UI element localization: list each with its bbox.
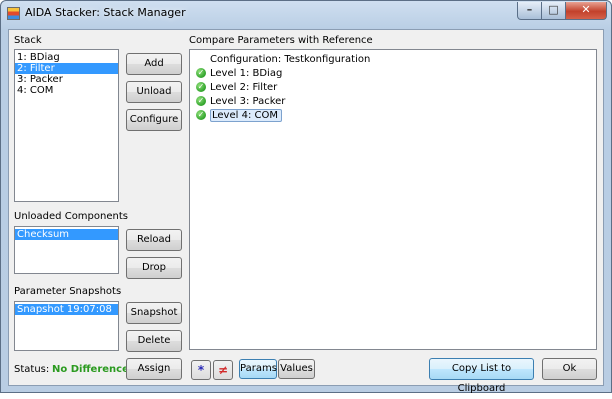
- tree-level-label-selected: Level 4: COM: [210, 109, 282, 122]
- ok-button[interactable]: Ok: [542, 358, 597, 380]
- snapshot-button[interactable]: Snapshot: [126, 302, 182, 324]
- ok-check-icon: ✓: [196, 110, 206, 120]
- tree-level-row[interactable]: ✓ Level 3: Packer: [196, 95, 285, 108]
- parameter-snapshots-label: Parameter Snapshots: [14, 286, 122, 297]
- stack-app-icon: [7, 7, 20, 20]
- window-title: AIDA Stacker: Stack Manager: [25, 6, 186, 19]
- compare-tree[interactable]: Configuration: Testkonfiguration ✓ Level …: [189, 49, 597, 350]
- parameter-snapshots-list[interactable]: Snapshot 19:07:08: [14, 301, 119, 351]
- reload-button[interactable]: Reload: [126, 229, 182, 251]
- stack-list[interactable]: 1: BDiag 2: Filter 3: Packer 4: COM: [14, 49, 119, 202]
- title-bar[interactable]: AIDA Stacker: Stack Manager – □ ✕: [1, 1, 611, 27]
- maximize-button[interactable]: □: [541, 2, 566, 20]
- params-toggle[interactable]: Params: [239, 359, 277, 379]
- copy-list-to-clipboard-button[interactable]: Copy List to Clipboard: [429, 358, 534, 394]
- minimize-button[interactable]: –: [517, 2, 542, 20]
- configure-button[interactable]: Configure: [126, 109, 182, 131]
- stack-list-item[interactable]: 1: BDiag: [15, 52, 118, 63]
- ok-check-icon: ✓: [196, 82, 206, 92]
- delete-button[interactable]: Delete: [126, 330, 182, 352]
- unload-button[interactable]: Unload: [126, 81, 182, 103]
- drop-button[interactable]: Drop: [126, 257, 182, 279]
- tree-level-label: Level 3: Packer: [210, 96, 286, 107]
- stack-list-item[interactable]: 3: Packer: [15, 74, 118, 85]
- ok-check-icon: ✓: [196, 96, 206, 106]
- close-button[interactable]: ✕: [565, 2, 607, 20]
- tree-level-label: Level 1: BDiag: [210, 68, 283, 79]
- tree-level-row-selected[interactable]: ✓ Level 4: COM: [196, 109, 282, 122]
- tree-level-row[interactable]: ✓ Level 1: BDiag: [196, 67, 282, 80]
- stack-label: Stack: [14, 35, 42, 46]
- values-toggle[interactable]: Values: [278, 359, 315, 379]
- stack-list-item[interactable]: 4: COM: [15, 85, 118, 96]
- stack-manager-window: AIDA Stacker: Stack Manager – □ ✕ Stack …: [0, 0, 612, 394]
- ok-check-icon: ✓: [196, 68, 206, 78]
- status-value: No Differences: [52, 364, 135, 375]
- unloaded-list-item-selected[interactable]: Checksum: [15, 229, 118, 240]
- status-label: Status:: [14, 364, 50, 375]
- snapshot-list-item-selected[interactable]: Snapshot 19:07:08: [15, 304, 118, 315]
- differences-filter-icon[interactable]: ≠: [213, 360, 233, 380]
- dialog-client-area: Stack 1: BDiag 2: Filter 3: Packer 4: CO…: [8, 29, 604, 394]
- tree-level-label: Level 2: Filter: [210, 82, 278, 93]
- add-button[interactable]: Add: [126, 53, 182, 75]
- unloaded-components-list[interactable]: Checksum: [14, 226, 119, 274]
- tree-level-row[interactable]: ✓ Level 2: Filter: [196, 81, 277, 94]
- compare-parameters-label: Compare Parameters with Reference: [189, 35, 373, 46]
- stack-list-item-selected[interactable]: 2: Filter: [15, 63, 118, 74]
- tree-root-configuration[interactable]: Configuration: Testkonfiguration: [210, 53, 370, 66]
- star-filter-icon[interactable]: *: [191, 360, 211, 380]
- unloaded-components-label: Unloaded Components: [14, 211, 128, 222]
- assign-button[interactable]: Assign: [126, 358, 182, 380]
